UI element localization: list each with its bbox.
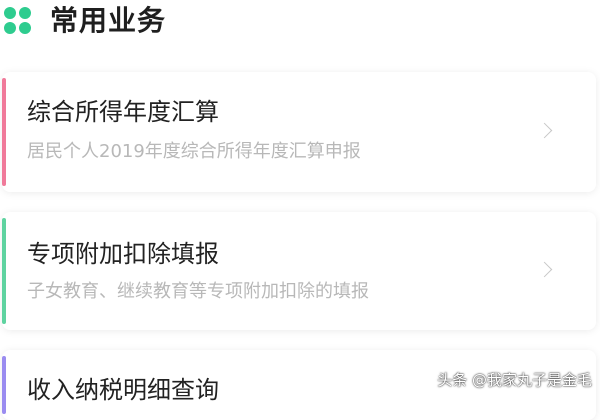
card-title: 专项附加扣除填报	[27, 240, 219, 268]
card-subtitle: 子女教育、继续教育等专项附加扣除的填报	[27, 281, 369, 302]
card-title: 综合所得年度汇算	[27, 98, 219, 126]
service-card-annual-reconciliation[interactable]: 综合所得年度汇算 居民个人2019年度综合所得年度汇算申报	[2, 72, 596, 192]
card-accent-bar	[2, 78, 6, 186]
clover-icon	[4, 7, 32, 35]
watermark: 头条 @我家丸子是金毛	[437, 371, 592, 389]
service-card-special-deduction[interactable]: 专项附加扣除填报 子女教育、继续教育等专项附加扣除的填报	[2, 212, 596, 330]
card-subtitle: 居民个人2019年度综合所得年度汇算申报	[27, 141, 361, 162]
card-accent-bar	[2, 356, 6, 414]
section-header: 常用业务	[0, 0, 600, 44]
section-title: 常用业务	[50, 4, 167, 37]
chevron-right-icon	[536, 261, 553, 278]
card-accent-bar	[2, 218, 6, 324]
card-title: 收入纳税明细查询	[27, 376, 219, 404]
chevron-right-icon	[536, 122, 553, 139]
